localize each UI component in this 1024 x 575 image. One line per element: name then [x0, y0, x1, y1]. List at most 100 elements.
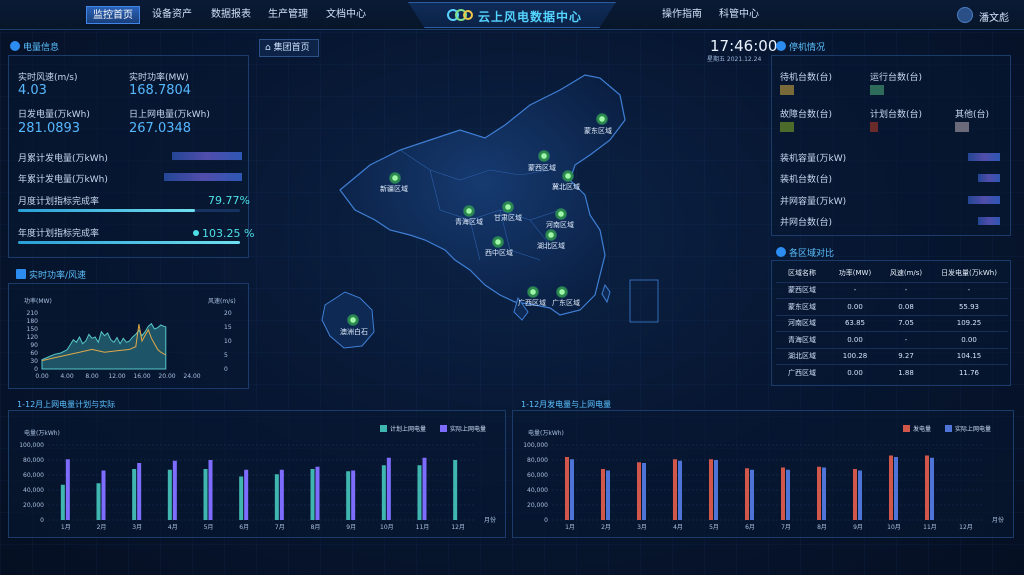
- table-row[interactable]: 蒙西区域 - - -: [776, 281, 1008, 299]
- table-row[interactable]: 湖北区域 100.28 9.27 104.15: [776, 347, 1008, 365]
- home-icon: ⌂: [265, 43, 274, 53]
- bar-chart-icon: [16, 269, 26, 279]
- left-tick-label: 180: [27, 318, 39, 325]
- nav-tech-center[interactable]: 科管中心: [714, 6, 764, 24]
- region-label-jibei[interactable]: 冀北区域: [552, 182, 580, 192]
- monthly-plan-value: 79.77%: [208, 194, 250, 207]
- region-marker-xizhong[interactable]: [492, 236, 504, 248]
- bar: [745, 468, 749, 520]
- y-tick-label: 40,000: [23, 487, 44, 494]
- region-marker-henan[interactable]: [555, 208, 567, 220]
- x-tick-label: 0.00: [35, 373, 49, 380]
- x-tick-label: 8.00: [85, 373, 99, 380]
- region-marker-mengxi[interactable]: [538, 150, 550, 162]
- plan-label: 计划台数(台): [870, 110, 923, 120]
- table-row[interactable]: 河南区域 63.85 7.05 109.25: [776, 314, 1008, 332]
- region-marker-guangxi[interactable]: [527, 286, 539, 298]
- daily-gen-label: 日发电量(万kWh): [18, 110, 90, 120]
- region-marker-mengdong[interactable]: [596, 113, 608, 125]
- region-label-guangxi[interactable]: 广西区域: [518, 298, 546, 308]
- x-tick-label: 6月: [239, 524, 249, 531]
- group-home-button[interactable]: ⌂ 集团首页: [259, 39, 319, 57]
- region-marker-qinghai[interactable]: [463, 205, 475, 217]
- bar: [601, 469, 605, 520]
- bar: [781, 467, 785, 520]
- x-tick-label: 4.00: [60, 373, 74, 380]
- clock-time: 17:46:00: [710, 37, 778, 55]
- south-sea-inset: [629, 279, 659, 323]
- region-label-australia[interactable]: 澳洲白石: [340, 327, 368, 337]
- region-marker-guangdong[interactable]: [556, 286, 568, 298]
- region-marker-gansu[interactable]: [502, 201, 514, 213]
- table-row[interactable]: 青海区域 0.00 - 0.00: [776, 331, 1008, 348]
- monthly-plan-actual-chart: 电量(万kWh) 0 20,000 40,000 60,000 80,000 100,000…: [19, 429, 496, 531]
- left-tick-label: 90: [30, 342, 38, 349]
- right-tick-label: 10: [224, 338, 232, 345]
- yearly-plan-value: 103.25 %: [193, 227, 254, 240]
- region-marker-hubei[interactable]: [545, 229, 557, 241]
- status-title: 停机情况: [776, 40, 825, 53]
- avatar[interactable]: [957, 7, 973, 23]
- clock-date: 星期五 2021.12.24: [707, 56, 762, 63]
- y-tick-label: 60,000: [527, 472, 548, 479]
- cell-region: 河南区域: [776, 314, 828, 332]
- china-mainland-shape: [339, 74, 626, 316]
- nav-production-management[interactable]: 生产管理: [262, 6, 314, 24]
- region-marker-jibei[interactable]: [562, 170, 574, 182]
- region-label-qinghai[interactable]: 青海区域: [455, 217, 483, 227]
- cell-wind: 0.08: [882, 298, 930, 315]
- region-label-gansu[interactable]: 甘肃区域: [494, 213, 522, 223]
- region-label-xizhong[interactable]: 西中区域: [485, 248, 513, 258]
- user-name[interactable]: 潘文彪: [979, 9, 1009, 24]
- y-tick-label: 60,000: [23, 472, 44, 479]
- left-tick-label: 60: [30, 350, 38, 357]
- region-compare-title: 各区域对比: [776, 246, 834, 259]
- region-label-mengdong[interactable]: 蒙东区域: [584, 126, 612, 136]
- cell-wind: 9.27: [882, 347, 930, 365]
- bar: [386, 457, 391, 520]
- nav-operation-guide[interactable]: 操作指南: [656, 6, 708, 24]
- bar: [315, 466, 320, 520]
- bar: [678, 460, 682, 520]
- fault-label: 故障台数(台): [780, 110, 833, 120]
- bar: [274, 474, 279, 520]
- region-label-hubei[interactable]: 湖北区域: [537, 241, 565, 251]
- col-header-daily-gen: 日发电量(万kWh): [941, 269, 997, 278]
- realtime-chart-title-text: 实时功率/风速: [29, 271, 87, 281]
- region-label-mengxi[interactable]: 蒙西区域: [528, 163, 556, 173]
- right-tick-label: 5: [224, 352, 228, 359]
- table-row[interactable]: 蒙东区域 0.00 0.08 55.93: [776, 298, 1008, 315]
- y-tick-label: 20,000: [527, 502, 548, 509]
- cell-daily-gen: 55.93: [930, 298, 1008, 315]
- other-value-redacted: [955, 122, 969, 132]
- region-label-guangdong[interactable]: 广东区域: [552, 298, 580, 308]
- region-marker-xinjiang[interactable]: [389, 172, 401, 184]
- left-tick-label: 30: [30, 358, 38, 365]
- bar: [101, 470, 106, 520]
- region-compare-panel[interactable]: 区域名称 功率(MW) 风速(m/s) 日发电量(万kWh) 蒙西区域 - - …: [771, 260, 1011, 386]
- cell-power: 0.00: [828, 364, 882, 381]
- cell-daily-gen: 109.25: [930, 314, 1008, 332]
- x-tick-label: 10月: [380, 524, 394, 531]
- x-tick-label: 2月: [97, 524, 107, 531]
- x-tick-label: 9月: [346, 524, 356, 531]
- right-tick-label: 0: [224, 366, 228, 373]
- region-marker-australia[interactable]: [347, 314, 359, 326]
- bar: [65, 459, 70, 520]
- cell-power: 0.00: [828, 331, 882, 348]
- monthly-gen-label: 月累计发电量(万kWh): [18, 154, 108, 164]
- nav-monitor-home[interactable]: 监控首页: [86, 6, 140, 24]
- grid-capacity-label: 并网容量(万kW): [780, 197, 847, 207]
- col-header-region: 区域名称: [788, 269, 816, 278]
- nav-data-reports[interactable]: 数据报表: [204, 6, 258, 24]
- nav-document-center[interactable]: 文档中心: [320, 6, 372, 24]
- table-row[interactable]: 广西区域 0.00 1.88 11.76: [776, 364, 1008, 381]
- y-axis-label: 电量(万kWh): [24, 429, 60, 437]
- bar: [853, 469, 857, 520]
- bar: [422, 457, 427, 520]
- bar: [565, 457, 569, 520]
- region-label-xinjiang[interactable]: 新疆区域: [380, 184, 408, 194]
- bar: [453, 460, 458, 520]
- nav-equipment-assets[interactable]: 设备资产: [146, 6, 198, 24]
- bar: [96, 483, 101, 520]
